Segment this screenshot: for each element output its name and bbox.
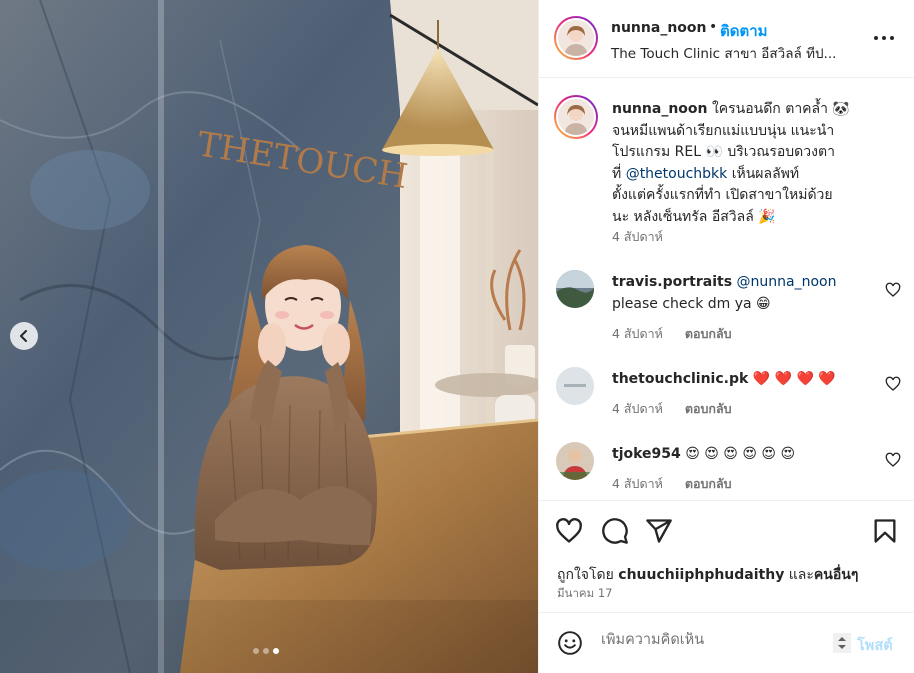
slide-indicator	[253, 648, 279, 654]
previous-slide-button[interactable]	[10, 322, 38, 350]
bookmark-icon[interactable]	[871, 517, 899, 545]
liked-by-others[interactable]: คนอื่นๆ	[814, 567, 858, 583]
emoji-icon[interactable]	[557, 630, 583, 656]
scroll-arrows-icon[interactable]	[833, 633, 851, 653]
comment-avatar[interactable]	[556, 442, 594, 480]
caption-username[interactable]: nunna_noon	[612, 101, 707, 117]
location-link[interactable]: The Touch Clinic สาขา อีสวิลล์ ทีป...	[611, 42, 836, 64]
caption-avatar[interactable]	[554, 95, 598, 139]
reply-button[interactable]: ตอบกลับ	[685, 326, 732, 341]
comment-like-icon[interactable]	[885, 282, 901, 298]
post-date[interactable]: มีนาคม 17	[557, 585, 612, 603]
caption-text-4b: เห็นผลลัพท์	[727, 165, 800, 182]
author-username[interactable]: nunna_noon	[611, 20, 706, 36]
slide-dot-active	[273, 648, 279, 654]
comment-icon[interactable]	[601, 517, 629, 545]
post-header: nunna_noon • ติดตาม The Touch Clinic สาข…	[539, 0, 914, 78]
post-panel: nunna_noon • ติดตาม The Touch Clinic สาข…	[538, 0, 914, 673]
comment-avatar-image	[556, 367, 594, 405]
caption-text-3: โปรแกรม REL 👀 บริเวณรอบดวงตา	[612, 144, 835, 160]
add-comment-bar: โพสต์	[539, 612, 914, 673]
post-actions: ถูกใจโดย chuuchiiphphudaithy และคนอื่นๆ …	[539, 500, 914, 612]
comment-line: tjoke954 😍 😍 😍 😍 😍 😍	[612, 446, 795, 462]
caption-time[interactable]: 4 สัปดาห์	[612, 227, 663, 247]
follow-button[interactable]: ติดตาม	[720, 19, 768, 43]
comment-meta: 4 สัปดาห์ ตอบกลับ	[612, 324, 732, 344]
comment-line: travis.portraits @nunna_noon	[612, 274, 836, 290]
comment-avatar-image	[556, 270, 594, 308]
author-avatar[interactable]	[554, 16, 598, 60]
comment-avatar[interactable]	[556, 367, 594, 405]
slide-dot	[253, 648, 259, 654]
reply-button[interactable]: ตอบกลับ	[685, 401, 732, 416]
caption-mention[interactable]: @thetouchbkk	[626, 166, 728, 182]
comment-meta: 4 สัปดาห์ ตอบกลับ	[612, 474, 732, 494]
comment-text: 😍 😍 😍 😍 😍 😍	[685, 446, 796, 462]
slide-dot	[263, 648, 269, 654]
comment-meta: 4 สัปดาห์ ตอบกลับ	[612, 399, 732, 419]
heart-icon[interactable]	[555, 517, 583, 545]
caption-text-4a: ที่	[612, 165, 626, 182]
comment-like-icon[interactable]	[885, 452, 901, 468]
comment-username[interactable]: tjoke954	[612, 446, 681, 462]
caption-avatar-image	[558, 99, 594, 135]
instagram-post: THETOUCH nunna_noon • ติดตาม The Touch C…	[0, 0, 914, 673]
reply-button[interactable]: ตอบกลับ	[685, 476, 732, 491]
comment-line: thetouchclinic.pk ❤️ ❤️ ❤️ ❤️	[612, 371, 836, 387]
comment-avatar[interactable]	[556, 270, 594, 308]
author-avatar-image	[558, 20, 594, 56]
comment-time[interactable]: 4 สัปดาห์	[612, 401, 663, 416]
caption-text-1: ใครนอนดึก ตาคล้ำ 🐼	[711, 101, 850, 117]
liked-by-user[interactable]: chuuchiiphphudaithy	[618, 567, 784, 583]
more-options-icon[interactable]	[872, 28, 896, 48]
comment-like-icon[interactable]	[885, 376, 901, 392]
comment-time[interactable]: 4 สัปดาห์	[612, 476, 663, 491]
chevron-left-icon	[20, 330, 27, 342]
comment-mention[interactable]: @nunna_noon	[737, 274, 837, 290]
caption-text-2: จนหมีแพนด้าเรียกแม่แบบนุ่น แนะนำ	[612, 122, 835, 139]
comment-time[interactable]: 4 สัปดาห์	[612, 326, 663, 341]
comment-username[interactable]: thetouchclinic.pk	[612, 371, 748, 387]
comment-input[interactable]	[601, 632, 821, 648]
comment-text: ❤️ ❤️ ❤️ ❤️	[752, 371, 836, 387]
liked-by: ถูกใจโดย chuuchiiphphudaithy และคนอื่นๆ	[557, 564, 858, 586]
caption-text-5: ตั้งแต่ครั้งแรกที่ทำ เปิดสาขาใหม่ด้วย	[612, 187, 833, 203]
comment-username[interactable]: travis.portraits	[612, 274, 732, 290]
comments-list[interactable]: nunna_noon ใครนอนดึก ตาคล้ำ 🐼 จนหมีแพนด้…	[539, 79, 914, 500]
post-caption: nunna_noon ใครนอนดึก ตาคล้ำ 🐼 จนหมีแพนด้…	[612, 99, 902, 228]
post-photo[interactable]: THETOUCH	[0, 0, 538, 673]
share-icon[interactable]	[645, 517, 673, 545]
header-separator: •	[709, 19, 718, 35]
comment-avatar-image	[556, 442, 594, 480]
post-comment-button[interactable]: โพสต์	[857, 634, 893, 657]
liked-by-and: และ	[784, 567, 814, 583]
photo-image: THETOUCH	[0, 0, 538, 673]
liked-by-prefix: ถูกใจโดย	[557, 567, 619, 583]
comment-text: please check dm ya 😁	[612, 296, 771, 312]
caption-text-6: นะ หลังเซ็นทรัล อีสวิลล์ 🎉	[612, 208, 776, 225]
